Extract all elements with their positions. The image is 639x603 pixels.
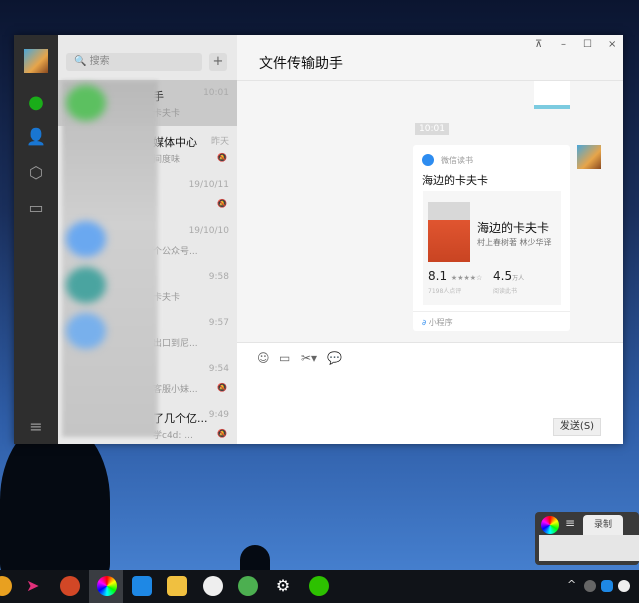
- book-cover: [428, 202, 470, 262]
- app-icon[interactable]: [203, 576, 223, 596]
- readers-value: 4.5: [493, 269, 513, 283]
- chat-time: 19/10/10: [188, 226, 229, 236]
- maximize-button[interactable]: ☐: [583, 39, 592, 50]
- blurred-region: [62, 81, 158, 437]
- rating-stars: ★★★★☆: [450, 274, 483, 282]
- card-title: 海边的卡夫卡: [422, 174, 488, 187]
- chat-time: 19/10/11: [188, 180, 229, 190]
- send-button[interactable]: 发送(S): [553, 418, 601, 436]
- contact-avatar: [66, 85, 106, 121]
- chat-name: 媒体中心: [153, 136, 197, 149]
- chat-preview: 出口到尼...: [153, 339, 198, 349]
- search-placeholder: 搜索: [89, 56, 110, 67]
- chat-time: 9:57: [208, 318, 229, 328]
- wechat-window: ● 👤 ⬡ ▭ ≡ 🔍 搜索 + 手卡夫卡 10:01 媒体中心 间度味 昨天 🔕 19/1…: [14, 35, 623, 444]
- minimize-button[interactable]: –: [561, 39, 566, 50]
- screenshot-icon[interactable]: ✂▾: [301, 351, 317, 365]
- chat-history-icon[interactable]: 💬: [327, 351, 342, 365]
- mute-icon: 🔕: [217, 153, 227, 162]
- pin-button[interactable]: ⊼: [535, 39, 542, 50]
- chat-pane: 文件传输助手 ⊼ – ☐ × 10:01 微信读书 海边的卡夫卡 海边的卡夫卡 …: [237, 35, 623, 444]
- recorder-body: [539, 535, 639, 561]
- mini-program-icon[interactable]: ⬡: [26, 163, 46, 183]
- contact-avatar: [66, 313, 106, 349]
- message-timestamp: 10:01: [415, 123, 449, 135]
- recorder-widget: ≡ 录制: [535, 512, 639, 565]
- chat-time: 9:54: [208, 364, 229, 374]
- chat-name: 了几个亿...: [153, 412, 208, 425]
- user-avatar[interactable]: [24, 49, 48, 73]
- powerpoint-icon[interactable]: [60, 576, 80, 596]
- chat-time: 昨天: [210, 137, 229, 147]
- image-message-thumbnail[interactable]: [534, 81, 570, 109]
- settings-icon[interactable]: ⚙: [273, 576, 293, 596]
- contacts-icon[interactable]: 👤: [26, 127, 46, 147]
- tray-expand-icon[interactable]: ^: [567, 578, 576, 591]
- chat-time: 9:58: [208, 272, 229, 282]
- app-name: 微信读书: [441, 156, 473, 165]
- tray-icon[interactable]: [584, 580, 596, 592]
- mini-program-card[interactable]: 微信读书 海边的卡夫卡 海边的卡夫卡 村上春树著 林少华译 8.1 ★★★★☆ …: [413, 145, 570, 331]
- mute-icon: 🔕: [217, 429, 227, 438]
- close-button[interactable]: ×: [608, 39, 616, 50]
- book-author: 村上春树著 林少华译: [477, 238, 552, 247]
- file-icon[interactable]: ▭: [279, 351, 290, 365]
- sender-avatar[interactable]: [577, 145, 601, 169]
- chrome-icon[interactable]: [0, 576, 12, 596]
- chat-list: 🔍 搜索 + 手卡夫卡 10:01 媒体中心 间度味 昨天 🔕 19/10/11 🔕 个公众号.…: [58, 35, 237, 444]
- nav-sidebar: ● 👤 ⬡ ▭ ≡: [14, 35, 58, 444]
- send-arrow-icon[interactable]: ➤: [26, 576, 46, 596]
- rating-value: 8.1: [428, 269, 448, 283]
- tray-icon[interactable]: [618, 580, 630, 592]
- chat-preview: 学c4d: ...: [153, 431, 193, 441]
- wechat-icon[interactable]: [309, 576, 329, 596]
- link-icon: ∂: [422, 318, 427, 327]
- rating-count: 7198人点评: [428, 288, 462, 295]
- file-explorer-icon[interactable]: [167, 576, 187, 596]
- recorder-app-icon[interactable]: [97, 576, 117, 596]
- message-input-area[interactable]: ☺ ▭ ✂▾ 💬 发送(S): [237, 342, 623, 444]
- recorder-logo-icon: [541, 516, 559, 534]
- chat-preview: 客服小妹...: [153, 385, 198, 395]
- emoji-icon[interactable]: ☺: [257, 351, 270, 365]
- add-button[interactable]: +: [209, 53, 227, 71]
- search-input[interactable]: 🔍 搜索: [66, 53, 202, 71]
- weread-icon: [422, 154, 434, 166]
- book-title: 海边的卡夫卡: [477, 221, 550, 235]
- book-info: 海边的卡夫卡 村上春树著 林少华译 8.1 ★★★★☆ 7198人点评 4.5万…: [423, 191, 561, 305]
- contact-avatar: [66, 267, 106, 303]
- chat-time: 10:01: [203, 88, 229, 98]
- app-icon[interactable]: [238, 576, 258, 596]
- record-tab[interactable]: 录制: [583, 515, 623, 535]
- menu-icon[interactable]: ≡: [565, 516, 575, 530]
- readers-label: 阅读此书: [493, 288, 518, 295]
- chat-icon[interactable]: ●: [26, 93, 46, 113]
- browser-icon[interactable]: [132, 576, 152, 596]
- mini-program-label: 小程序: [428, 318, 453, 327]
- contact-avatar: [66, 221, 106, 257]
- mute-icon: 🔕: [217, 383, 227, 392]
- taskbar: ➤ ⚙ ^: [0, 570, 639, 603]
- chat-time: 9:49: [208, 410, 229, 420]
- folder-icon[interactable]: ▭: [26, 198, 46, 218]
- mute-icon: 🔕: [217, 199, 227, 208]
- readers-unit: 万人: [512, 275, 525, 282]
- menu-icon[interactable]: ≡: [26, 417, 46, 437]
- chat-title: 文件传输助手: [259, 56, 343, 72]
- tray-icon[interactable]: [601, 580, 613, 592]
- chat-preview: 个公众号...: [153, 247, 198, 257]
